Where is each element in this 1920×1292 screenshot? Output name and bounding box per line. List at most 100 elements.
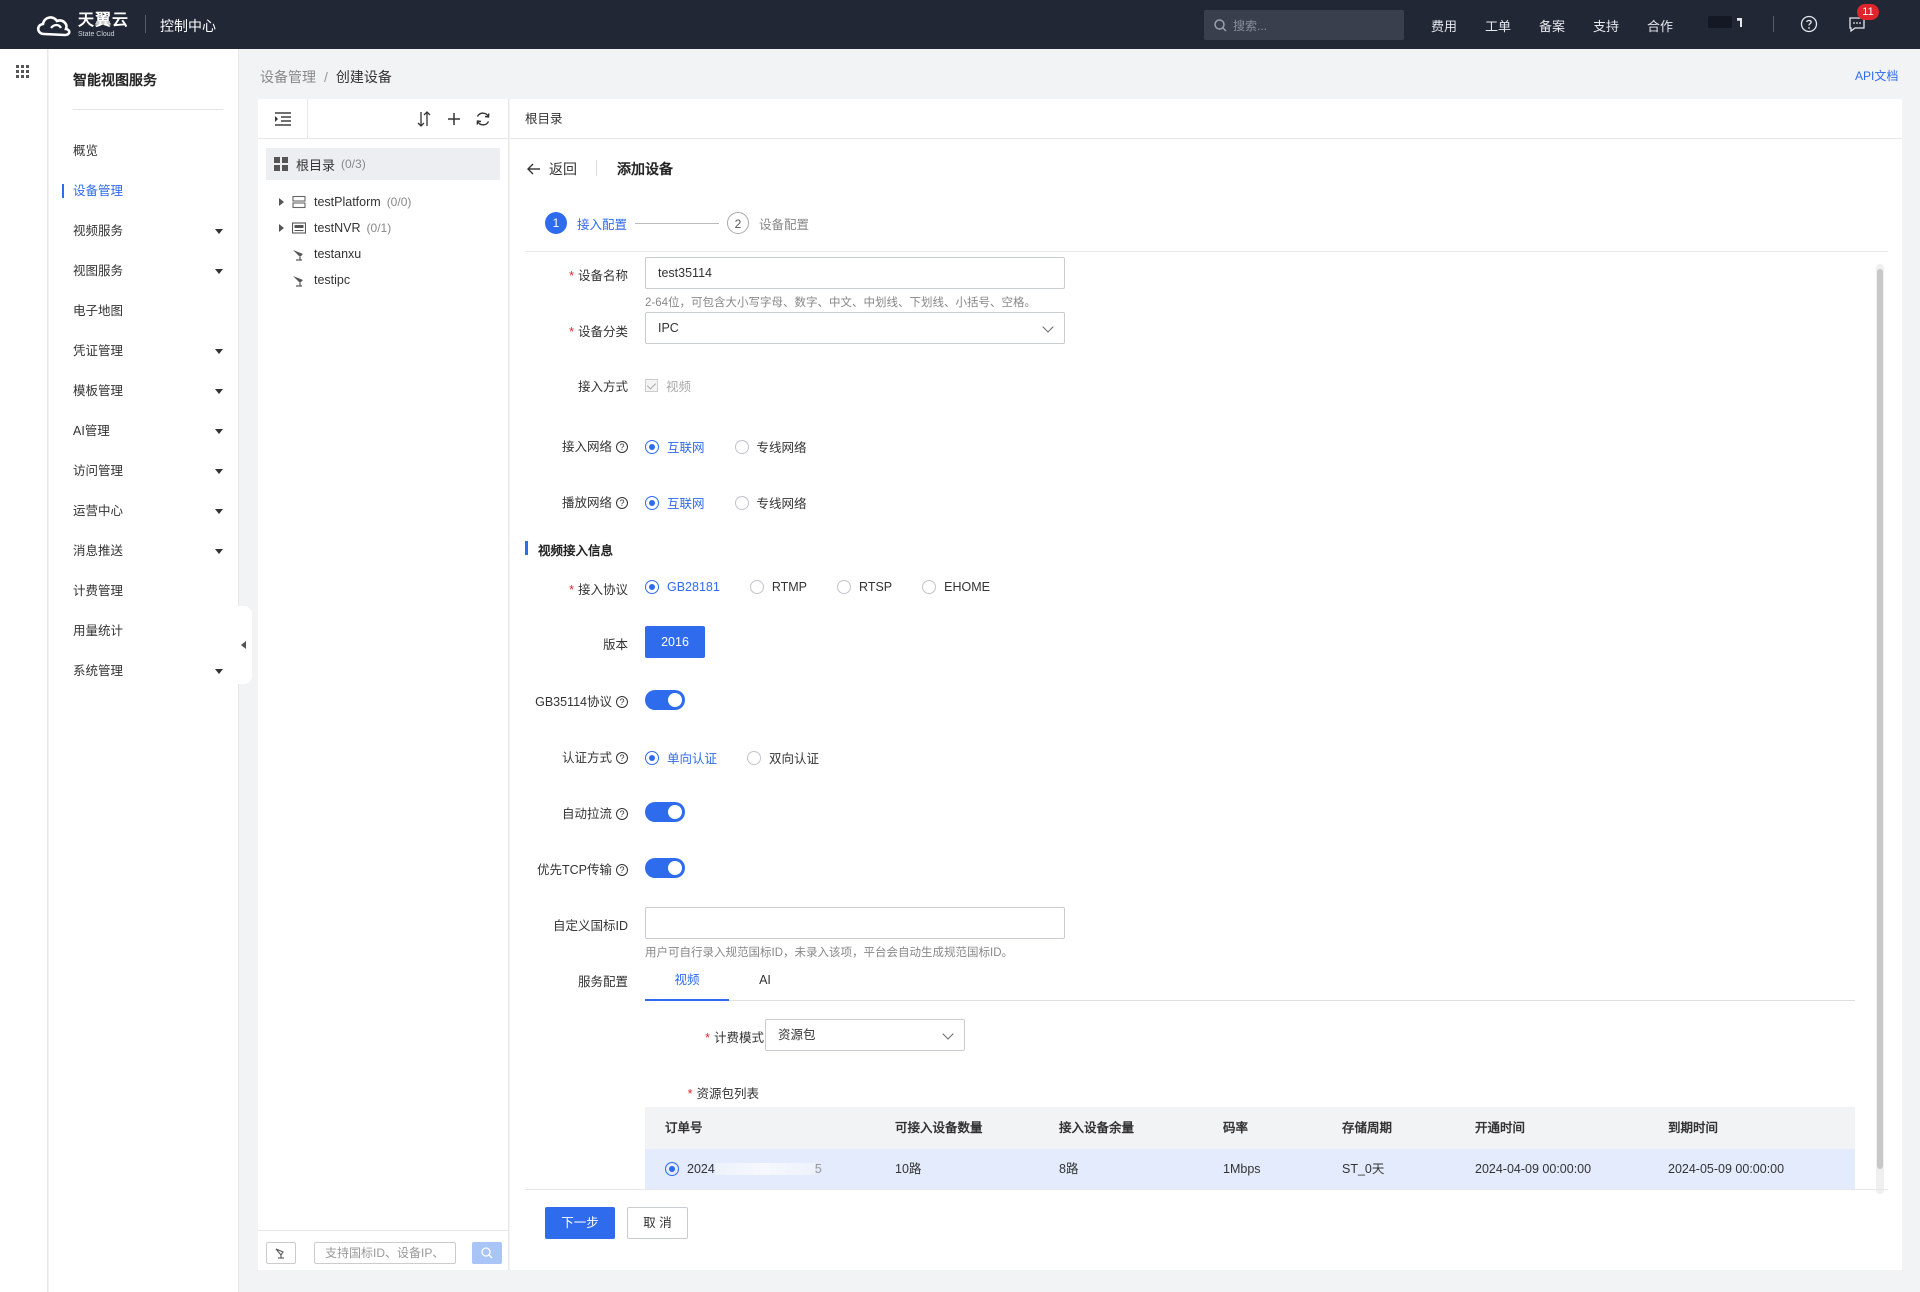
sidebar-item[interactable]: 用量统计 xyxy=(73,619,223,643)
sidebar-item-label: 消息推送 xyxy=(73,544,124,558)
step-2-number: 2 xyxy=(727,212,750,234)
gb35114-label: GB35114协议? xyxy=(518,691,628,710)
tree-search-input[interactable]: 支持国标ID、设备IP、 xyxy=(314,1242,456,1264)
filter-button[interactable] xyxy=(266,1242,296,1264)
service-config-tabs: 视频 AI xyxy=(645,965,1855,1001)
nav-support[interactable]: 支持 xyxy=(1593,16,1619,35)
device-category-label: * 设备分类 xyxy=(569,325,628,339)
device-category-select[interactable]: IPC xyxy=(645,312,1065,344)
tree-node[interactable]: testNVR (0/1) xyxy=(258,215,509,241)
nav-ticket[interactable]: 工单 xyxy=(1485,16,1511,35)
tcp-first-toggle[interactable] xyxy=(645,858,685,878)
version-button[interactable]: 2016 xyxy=(645,626,705,658)
help-icon: ? xyxy=(616,752,628,764)
user-menu-icon[interactable] xyxy=(1737,18,1742,27)
apps-grid-icon[interactable] xyxy=(16,65,29,78)
add-icon[interactable] xyxy=(446,111,462,127)
user-avatar[interactable] xyxy=(1708,16,1732,28)
sidebar-item[interactable]: 概览 xyxy=(73,139,223,163)
radio-private-line[interactable]: 专线网络 xyxy=(734,493,807,512)
column-header: 接入设备余量 xyxy=(1059,1121,1135,1135)
api-doc-link[interactable]: API文档 xyxy=(1855,67,1898,84)
row-radio[interactable] xyxy=(665,1162,687,1176)
sidebar-item[interactable]: 电子地图 xyxy=(73,299,223,323)
divider xyxy=(145,15,146,33)
gb35114-toggle[interactable] xyxy=(645,690,685,710)
radio-internet[interactable]: 互联网 xyxy=(645,493,705,512)
access-mode-checkbox[interactable]: 视频 xyxy=(645,376,691,395)
sidebar-item[interactable]: 访问管理 xyxy=(73,459,223,483)
help-icon[interactable] xyxy=(1800,15,1818,33)
radio-icon xyxy=(749,580,764,594)
sidebar-collapse-button[interactable] xyxy=(238,606,252,684)
protocol-label: * 接入协议 xyxy=(569,583,628,597)
notification-badge: 11 xyxy=(1857,4,1879,20)
radio-rtmp[interactable]: RTMP xyxy=(749,580,807,594)
sidebar-item[interactable]: 凭证管理 xyxy=(73,339,223,363)
checkbox-label: 视频 xyxy=(666,380,692,394)
auto-pull-toggle[interactable] xyxy=(645,802,685,822)
end-time-cell: 2024-05-09 00:00:00 xyxy=(1668,1162,1785,1176)
sort-icon[interactable] xyxy=(416,111,432,127)
tree-search-button[interactable] xyxy=(472,1242,502,1264)
caret-right-icon[interactable] xyxy=(279,198,284,206)
custom-id-input[interactable] xyxy=(645,907,1065,939)
refresh-icon[interactable] xyxy=(475,111,491,127)
sidebar-item[interactable]: AI管理 xyxy=(73,419,223,443)
tree-collapse-button[interactable] xyxy=(258,99,308,139)
next-step-button[interactable]: 下一步 xyxy=(545,1207,615,1239)
column-header: 存储周期 xyxy=(1342,1121,1393,1135)
nav-filing[interactable]: 备案 xyxy=(1539,16,1565,35)
radio-one-way-auth[interactable]: 单向认证 xyxy=(645,748,717,767)
radio-rtsp[interactable]: RTSP xyxy=(837,580,892,594)
brand-logo[interactable]: 天翼云 State Cloud xyxy=(34,12,129,38)
billing-mode-select[interactable]: 资源包 xyxy=(765,1019,965,1051)
tree-node[interactable]: testPlatform (0/0) xyxy=(258,189,509,215)
breadcrumb-parent[interactable]: 设备管理 xyxy=(260,69,316,85)
tree-node[interactable]: testipc xyxy=(258,267,509,293)
capacity-cell: 10路 xyxy=(895,1162,922,1176)
column-header: 到期时间 xyxy=(1668,1121,1719,1135)
device-name-hint: 2-64位，可包含大小写字母、数字、中文、中划线、下划线、小括号、空格。 xyxy=(645,297,1037,309)
sidebar-item[interactable]: 视频服务 xyxy=(73,219,223,243)
radio-icon xyxy=(645,750,659,765)
console-link[interactable]: 控制中心 xyxy=(160,16,216,36)
sidebar-item[interactable]: 视图服务 xyxy=(73,259,223,283)
radio-internet[interactable]: 互联网 xyxy=(645,437,705,456)
sidebar-item-label: 用量统计 xyxy=(73,624,124,638)
device-name-input[interactable]: test35114 xyxy=(645,257,1065,289)
back-button[interactable]: 返回 xyxy=(527,159,577,179)
caret-down-icon xyxy=(215,509,223,514)
search-icon xyxy=(481,1247,493,1259)
access-mode-label: 接入方式 xyxy=(577,380,628,394)
radio-private-line[interactable]: 专线网络 xyxy=(734,437,807,456)
sidebar-item[interactable]: 设备管理 xyxy=(62,179,223,203)
sidebar-item-label: 视频服务 xyxy=(73,224,124,238)
nav-partner[interactable]: 合作 xyxy=(1647,16,1673,35)
sidebar-item[interactable]: 计费管理 xyxy=(73,579,223,603)
sidebar-item[interactable]: 运营中心 xyxy=(73,499,223,523)
cancel-button[interactable]: 取 消 xyxy=(627,1207,688,1239)
tree-root-node[interactable]: 根目录 (0/3) xyxy=(266,148,500,180)
tree-node[interactable]: testanxu xyxy=(258,241,509,267)
radio-two-way-auth[interactable]: 双向认证 xyxy=(747,748,819,767)
nvr-icon xyxy=(292,222,306,234)
step-indicator: 1 接入配置 2 设备配置 xyxy=(545,212,809,234)
sidebar-item[interactable]: 消息推送 xyxy=(73,539,223,563)
radio-gb28181[interactable]: GB28181 xyxy=(645,580,720,594)
sidebar-item-label: 系统管理 xyxy=(73,664,124,678)
caret-right-icon[interactable] xyxy=(279,224,284,232)
sidebar-item[interactable]: 模板管理 xyxy=(73,379,223,403)
radio-ehome[interactable]: EHOME xyxy=(922,580,990,594)
divider xyxy=(525,251,1888,252)
main-panel: 根目录 返回 添加设备 1 接入配置 2 设备配置 * 设备名称 test3511… xyxy=(510,99,1902,1270)
divider xyxy=(596,160,597,176)
scrollbar-thumb[interactable] xyxy=(1877,269,1883,1169)
tab-ai[interactable]: AI xyxy=(745,965,785,1001)
table-row[interactable]: 2024 5 10路 8路 1Mbps ST_0天 2024-04-09 00:0… xyxy=(645,1149,1855,1189)
nav-billing[interactable]: 费用 xyxy=(1431,16,1457,35)
tab-video[interactable]: 视频 xyxy=(645,965,729,1001)
sidebar-item-label: 访问管理 xyxy=(73,464,124,478)
sidebar-item[interactable]: 系统管理 xyxy=(73,659,223,683)
global-search-input[interactable]: 搜索... xyxy=(1204,10,1404,40)
